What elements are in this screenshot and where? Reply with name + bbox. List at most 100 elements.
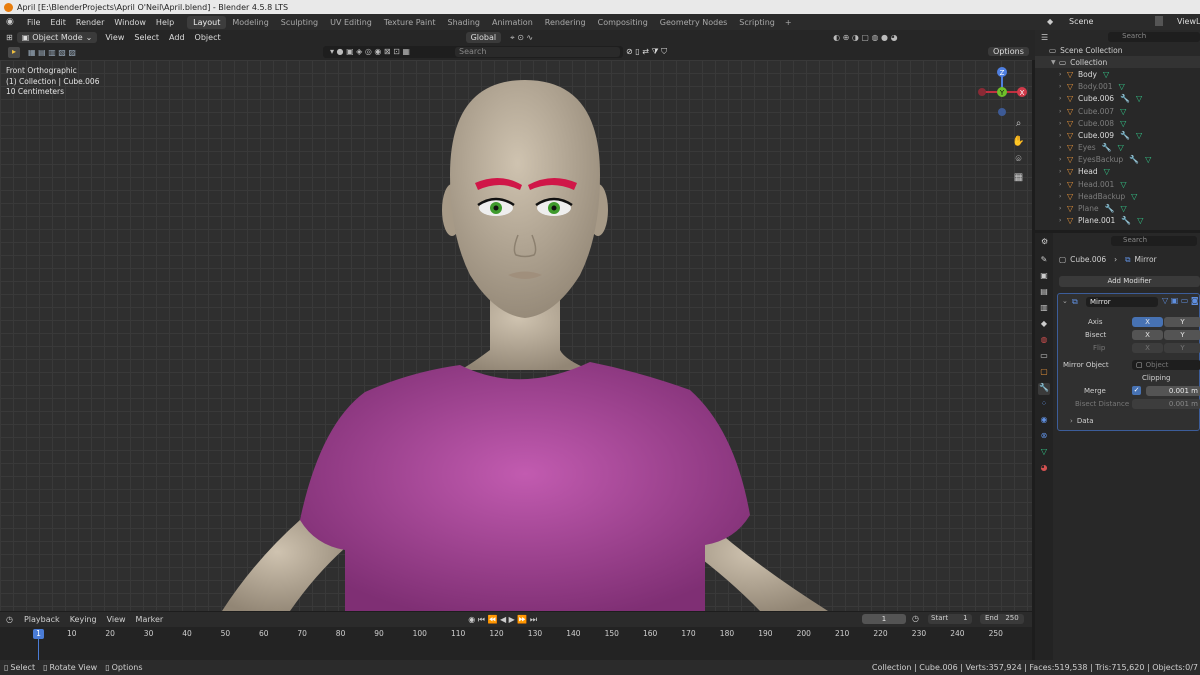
start-frame-field[interactable]: Start 1 — [928, 614, 972, 624]
menu-render[interactable]: Render — [71, 18, 109, 27]
outliner-item[interactable]: › ▽ Cube.006 🔧 ▽ — [1035, 93, 1200, 105]
filter-object-type-icons[interactable]: ▾ ● ▣ ◈ ◎ ◉ ⊠ ⊡ ▦ — [330, 47, 410, 56]
selection-mode-icons[interactable]: ▦ ▤ ▥ ▧ ▨ — [28, 48, 76, 57]
view-layer-tab-icon[interactable]: ▥ — [1038, 303, 1050, 315]
outliner-item[interactable]: › ▽ Cube.007 ▽ — [1035, 105, 1200, 117]
tool-tab-icon[interactable]: ✎ — [1038, 255, 1050, 267]
new-scene-icon[interactable] — [1155, 16, 1163, 26]
bisect-x-toggle[interactable]: X — [1132, 330, 1163, 340]
physics-tab-icon[interactable]: ◉ — [1038, 415, 1050, 427]
outliner-search-input[interactable]: Search — [1108, 32, 1200, 42]
add-modifier-button[interactable]: Add Modifier — [1059, 276, 1200, 287]
scene-collection-row[interactable]: ▭ Scene Collection — [1035, 44, 1200, 56]
expand-triangle-icon[interactable]: › — [1059, 71, 1067, 78]
expand-triangle-icon[interactable]: › — [1059, 181, 1067, 188]
expand-triangle-icon[interactable]: › — [1059, 205, 1067, 212]
bisect-distance-field[interactable]: 0.001 m — [1132, 399, 1200, 409]
select-menu[interactable]: Select — [129, 33, 164, 42]
outliner-item[interactable]: › ▽ Cube.008 ▽ — [1035, 117, 1200, 129]
mesh-data-icon[interactable]: ▽ — [1103, 70, 1109, 79]
merge-checkbox[interactable]: ✓ — [1132, 386, 1141, 395]
tab-compositing[interactable]: Compositing — [592, 16, 654, 29]
tab-scripting[interactable]: Scripting — [733, 16, 781, 29]
properties-editor-icon[interactable]: ⚙ — [1041, 237, 1048, 246]
clipping-checkbox-label[interactable]: Clipping — [1142, 374, 1171, 382]
outliner-item[interactable]: › ▽ Head ▽ — [1035, 166, 1200, 178]
mesh-data-icon[interactable]: ▽ — [1118, 143, 1124, 152]
menu-help[interactable]: Help — [151, 18, 179, 27]
mesh-data-icon[interactable]: ▽ — [1120, 180, 1126, 189]
end-frame-field[interactable]: End 250 — [980, 614, 1024, 624]
modifier-tab-icon[interactable]: 🔧 — [1038, 383, 1050, 395]
expand-triangle-icon[interactable]: › — [1059, 132, 1067, 139]
world-tab-icon[interactable]: ◍ — [1038, 335, 1050, 347]
mirror-object-field[interactable]: ▢ Object — [1132, 360, 1200, 370]
collapse-chevron-icon[interactable]: ⌄ — [1062, 297, 1068, 305]
expand-triangle-icon[interactable]: › — [1059, 83, 1067, 90]
merge-distance-field[interactable]: 0.001 m — [1146, 386, 1200, 396]
expand-triangle-icon[interactable]: › — [1059, 120, 1067, 127]
transform-orientation-dropdown[interactable]: Global — [465, 32, 502, 43]
snap-icon[interactable]: ⌖ ⊙ ∿ — [510, 33, 533, 43]
outliner-item[interactable]: › ▽ Plane 🔧 ▽ — [1035, 202, 1200, 214]
select-tool-icon[interactable]: ▸ — [8, 47, 20, 58]
outliner-item[interactable]: › ▽ EyesBackup 🔧 ▽ — [1035, 154, 1200, 166]
navigation-gizmo[interactable]: Z X Y — [974, 64, 1030, 120]
modifier-wrench-icon[interactable]: 🔧 — [1102, 143, 1112, 152]
expand-triangle-icon[interactable]: › — [1059, 144, 1067, 151]
material-tab-icon[interactable]: ◕ — [1038, 463, 1050, 475]
menu-file[interactable]: File — [22, 18, 45, 27]
tab-layout[interactable]: Layout — [187, 15, 227, 29]
filter-toggles-icons[interactable]: ⊘ ▯ ⇄ ⧩ ⛉ — [626, 47, 667, 57]
ortho-grid-icon[interactable]: ▦ — [1012, 172, 1025, 185]
modifier-wrench-icon[interactable]: 🔧 — [1120, 131, 1130, 140]
mesh-data-icon[interactable]: ▽ — [1120, 107, 1126, 116]
collection-row[interactable]: ▼ ▭ Collection — [1035, 56, 1200, 69]
outliner-item[interactable]: › ▽ Head.001 ▽ — [1035, 178, 1200, 190]
mesh-data-icon[interactable]: ▽ — [1121, 204, 1127, 213]
mesh-data-icon[interactable]: ▽ — [1131, 192, 1137, 201]
collection-tab-icon[interactable]: ▭ — [1038, 351, 1050, 363]
add-workspace-button[interactable]: + — [781, 18, 796, 27]
camera-view-icon[interactable]: ⌾ — [1012, 154, 1025, 167]
properties-search-input[interactable]: Search — [1111, 236, 1197, 246]
tab-uv-editing[interactable]: UV Editing — [324, 16, 378, 29]
keying-menu[interactable]: Keying — [65, 615, 102, 624]
marker-menu[interactable]: Marker — [131, 615, 169, 624]
data-tab-icon[interactable]: ▽ — [1038, 447, 1050, 459]
mesh-data-icon[interactable]: ▽ — [1104, 167, 1110, 176]
tab-modeling[interactable]: Modeling — [226, 16, 274, 29]
mesh-data-icon[interactable]: ▽ — [1137, 216, 1143, 225]
blender-menu-icon[interactable]: ◉ — [6, 17, 18, 27]
tab-rendering[interactable]: Rendering — [539, 16, 592, 29]
mesh-data-icon[interactable]: ▽ — [1145, 155, 1151, 164]
tab-geometry-nodes[interactable]: Geometry Nodes — [654, 16, 733, 29]
tab-sculpting[interactable]: Sculpting — [275, 16, 324, 29]
outliner-editor-icon[interactable]: ☰ — [1041, 33, 1048, 42]
mesh-data-icon[interactable]: ▽ — [1136, 131, 1142, 140]
tab-animation[interactable]: Animation — [486, 16, 539, 29]
timeline-editor-icon[interactable]: ◷ — [6, 615, 13, 624]
playback-menu[interactable]: Playback — [19, 615, 65, 624]
modifier-wrench-icon[interactable]: 🔧 — [1129, 155, 1139, 164]
modifier-wrench-icon[interactable]: 🔧 — [1120, 94, 1130, 103]
mesh-data-icon[interactable]: ▽ — [1136, 94, 1142, 103]
stopwatch-icon[interactable]: ◷ — [912, 614, 919, 623]
modifier-visibility-icons[interactable]: ▽ ▣ ▭ ◙ — [1162, 296, 1199, 305]
collapse-triangle-icon[interactable]: ▼ — [1051, 59, 1059, 66]
expand-triangle-icon[interactable]: › — [1059, 168, 1067, 175]
zoom-icon[interactable]: ⌕ — [1012, 118, 1025, 131]
output-tab-icon[interactable]: ▤ — [1038, 287, 1050, 299]
expand-triangle-icon[interactable]: › — [1059, 217, 1067, 224]
timeline-view-menu[interactable]: View — [102, 615, 131, 624]
outliner-item[interactable]: › ▽ Eyes 🔧 ▽ — [1035, 142, 1200, 154]
menu-window[interactable]: Window — [109, 18, 151, 27]
object-tab-icon[interactable]: ▢ — [1038, 367, 1050, 379]
viewport-shading-icons[interactable]: ◐ ⊕ ◑ ▢ ◍ ● ◕ — [833, 33, 897, 42]
particles-tab-icon[interactable]: ⁘ — [1038, 399, 1050, 411]
expand-triangle-icon[interactable]: › — [1059, 156, 1067, 163]
outliner-item[interactable]: › ▽ HeadBackup ▽ — [1035, 190, 1200, 202]
tab-shading[interactable]: Shading — [441, 16, 486, 29]
flip-x-toggle[interactable]: X — [1132, 343, 1163, 353]
options-dropdown[interactable]: Options — [988, 47, 1029, 56]
